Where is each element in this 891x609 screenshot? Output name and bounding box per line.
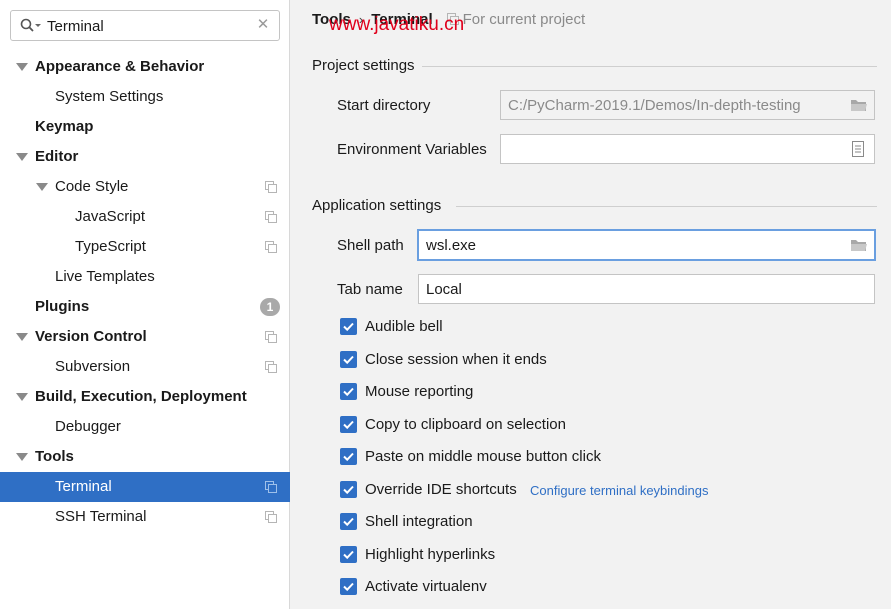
folder-icon[interactable]: [850, 238, 868, 252]
sidebar-item-label: TypeScript: [75, 238, 146, 255]
expand-arrow-icon[interactable]: [16, 453, 28, 461]
checkbox-label: Close session when it ends: [365, 351, 547, 368]
start-directory-input: [508, 96, 840, 115]
project-scope-label: For current project: [462, 11, 586, 28]
sidebar-item-label: Debugger: [55, 418, 121, 435]
shell-path-input[interactable]: [426, 236, 840, 255]
sidebar-item-label: Live Templates: [55, 268, 155, 285]
sidebar-item-label: Build, Execution, Deployment: [35, 388, 247, 405]
project-scope-note: For current project: [446, 11, 586, 28]
sidebar-item-ssh-terminal[interactable]: SSH Terminal: [0, 502, 290, 532]
expand-arrow-icon[interactable]: [16, 333, 28, 341]
tab-name-field[interactable]: [418, 274, 875, 304]
checkbox-label: Shell integration: [365, 513, 473, 530]
project-settings-heading: Project settings: [312, 57, 415, 74]
sidebar-item-appearance-behavior[interactable]: Appearance & Behavior: [0, 52, 290, 82]
checkbox-label: Highlight hyperlinks: [365, 546, 496, 563]
project-copy-icon: [265, 511, 277, 523]
project-copy-icon: [265, 241, 277, 253]
sidebar-item-subversion[interactable]: Subversion: [0, 352, 290, 382]
section-divider: [422, 66, 877, 67]
tab-name-input[interactable]: [426, 280, 840, 299]
sidebar-item-label: Version Control: [35, 328, 147, 345]
checkbox-checked-icon[interactable]: [340, 481, 357, 498]
sidebar-item-editor[interactable]: Editor: [0, 142, 290, 172]
sidebar-item-label: Tools: [35, 448, 74, 465]
sidebar-item-label: Code Style: [55, 178, 129, 195]
sidebar-item-label: JavaScript: [75, 208, 146, 225]
search-box[interactable]: ✕: [10, 10, 280, 41]
configure-keybindings-link[interactable]: Configure terminal keybindings: [530, 481, 708, 501]
sidebar-item-plugins[interactable]: Plugins 1: [0, 292, 290, 322]
tab-name-label: Tab name: [337, 281, 403, 298]
sidebar-item-label: Editor: [35, 148, 79, 165]
sidebar-item-build-execution-deployment[interactable]: Build, Execution, Deployment: [0, 382, 290, 412]
checkbox-label: Audible bell: [365, 318, 443, 335]
project-copy-icon: [265, 181, 277, 193]
project-copy-icon: [265, 481, 277, 493]
settings-sidebar: ✕ Appearance & Behavior System Settings …: [0, 0, 290, 609]
sidebar-item-keymap[interactable]: Keymap: [0, 112, 290, 142]
checkbox-checked-icon[interactable]: [340, 383, 357, 400]
checkbox-label: Paste on middle mouse button click: [365, 448, 601, 465]
sidebar-item-version-control[interactable]: Version Control: [0, 322, 290, 352]
expand-arrow-icon[interactable]: [16, 153, 28, 161]
folder-icon[interactable]: [850, 98, 868, 112]
checkbox-checked-icon[interactable]: [340, 513, 357, 530]
project-copy-icon: [446, 13, 459, 25]
env-vars-label: Environment Variables: [337, 141, 487, 158]
sidebar-item-label: SSH Terminal: [55, 508, 147, 525]
project-copy-icon: [265, 331, 277, 343]
sidebar-item-label: Terminal: [55, 478, 112, 495]
breadcrumb: Tools › Terminal For current project: [312, 10, 585, 30]
checkbox-checked-icon[interactable]: [340, 448, 357, 465]
sidebar-item-javascript[interactable]: JavaScript: [0, 202, 290, 232]
sidebar-item-code-style[interactable]: Code Style: [0, 172, 290, 202]
checkbox-checked-icon[interactable]: [340, 546, 357, 563]
breadcrumb-parent[interactable]: Tools: [312, 11, 351, 28]
expand-arrow-icon[interactable]: [16, 63, 28, 71]
document-icon[interactable]: [852, 141, 864, 157]
checkbox-label: Copy to clipboard on selection: [365, 416, 566, 433]
sidebar-item-terminal[interactable]: Terminal: [0, 472, 290, 502]
plugin-update-badge: 1: [260, 298, 280, 316]
application-settings-heading: Application settings: [312, 197, 442, 214]
sidebar-item-label: Subversion: [55, 358, 131, 375]
env-vars-input[interactable]: [508, 140, 840, 159]
clear-search-icon[interactable]: ✕: [255, 17, 271, 33]
project-copy-icon: [265, 211, 277, 223]
start-directory-label: Start directory: [337, 97, 431, 114]
checkbox-checked-icon[interactable]: [340, 318, 357, 335]
checkbox-checked-icon[interactable]: [340, 578, 357, 595]
checkbox-checked-icon[interactable]: [340, 351, 357, 368]
sidebar-item-label: System Settings: [55, 88, 164, 105]
sidebar-item-live-templates[interactable]: Live Templates: [0, 262, 290, 292]
settings-main-panel: Tools › Terminal For current project www.ja…: [291, 0, 891, 609]
expand-arrow-icon[interactable]: [16, 393, 28, 401]
sidebar-item-typescript[interactable]: TypeScript: [0, 232, 290, 262]
breadcrumb-current: Terminal: [371, 11, 433, 28]
sidebar-item-label: Appearance & Behavior: [35, 58, 205, 75]
search-input[interactable]: [47, 16, 252, 36]
sidebar-item-label: Keymap: [35, 118, 94, 135]
checkbox-checked-icon[interactable]: [340, 416, 357, 433]
section-divider: [456, 206, 877, 207]
shell-path-field[interactable]: [417, 229, 876, 261]
sidebar-item-debugger[interactable]: Debugger: [0, 412, 290, 442]
expand-arrow-icon[interactable]: [36, 183, 48, 191]
checkbox-label: Activate virtualenv: [365, 578, 487, 595]
sidebar-item-tools[interactable]: Tools: [0, 442, 290, 472]
project-copy-icon: [265, 361, 277, 373]
env-vars-field[interactable]: [500, 134, 875, 164]
start-directory-field: [500, 90, 875, 120]
shell-path-label: Shell path: [337, 237, 404, 254]
sidebar-item-system-settings[interactable]: System Settings: [0, 82, 290, 112]
search-icon: [20, 18, 41, 32]
checkbox-label: Override IDE shortcuts: [365, 481, 517, 498]
checkbox-label: Mouse reporting: [365, 383, 474, 400]
breadcrumb-separator-icon: ›: [358, 12, 364, 27]
sidebar-item-label: Plugins: [35, 298, 90, 315]
